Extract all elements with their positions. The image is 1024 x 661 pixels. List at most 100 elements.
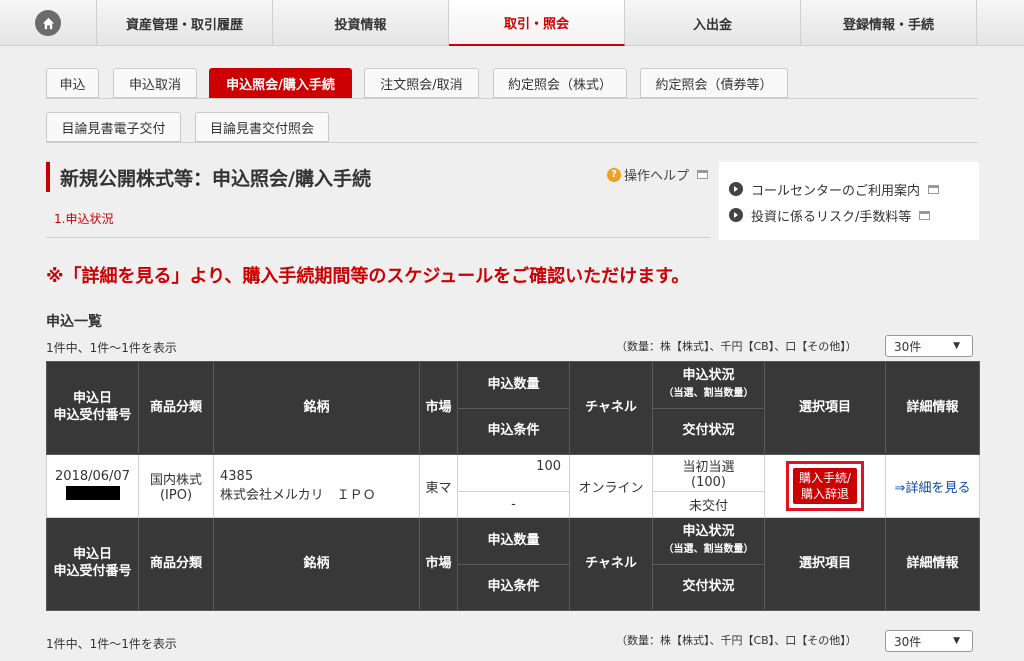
arrow-right-icon	[729, 182, 743, 196]
col-status-label: 申込状況	[682, 368, 735, 384]
call-center-link[interactable]: コールセンターのご利用案内	[729, 176, 979, 202]
home-button[interactable]	[0, 0, 97, 46]
col-detail: 詳細情報	[885, 517, 980, 611]
tab-prospectus-delivery[interactable]: 目論見書電子交付	[46, 112, 181, 142]
unit-note-bottom: （数量：株【株式】、千円【CB】、口【その他】）	[616, 634, 857, 647]
col-date-label: 申込日	[72, 547, 112, 563]
col-status: 申込状況 （当選、割当数量）	[652, 517, 765, 565]
redacted-receipt-no	[65, 485, 120, 500]
nav-registration[interactable]: 登録情報・手続	[801, 0, 977, 46]
col-channel: チャネル	[569, 361, 653, 455]
status-value: 当初当選	[682, 460, 735, 475]
cell-issue: 4385 株式会社メルカリ ＩＰＯ	[213, 454, 420, 518]
col-select: 選択項目	[764, 517, 886, 611]
unit-note-top: （数量：株【株式】、千円【CB】、口【その他】）	[616, 340, 857, 353]
col-market: 市場	[419, 361, 458, 455]
tab-order-inquiry-cancel[interactable]: 注文照会/取消	[364, 68, 479, 98]
purchase-decline-button[interactable]: 購入手続/ 購入辞退	[793, 467, 857, 505]
col-qty: 申込数量	[457, 517, 570, 565]
col-condition: 申込条件	[457, 564, 570, 611]
tab-execution-bond[interactable]: 約定照会（債券等）	[640, 68, 788, 98]
chevron-down-icon: ▼	[953, 636, 960, 646]
decline-label: 購入辞退	[800, 487, 849, 501]
cell-condition: -	[457, 491, 570, 518]
tab-divider-2	[46, 142, 978, 143]
table-footer-header-row: 申込日 申込受付番号 商品分類 銘柄 市場 申込数量 チャネル 申込状況 （当選、割…	[46, 517, 980, 611]
col-qty: 申込数量	[457, 361, 570, 409]
chevron-down-icon: ▼	[953, 341, 960, 351]
tab-prospectus-inquiry[interactable]: 目論見書交付照会	[195, 112, 329, 142]
nav-trade-inquiry[interactable]: 取引・照会	[449, 0, 625, 46]
risk-fee-label: 投資に係るリスク/手数料等	[751, 209, 912, 225]
call-center-label: コールセンターのご利用案内	[751, 183, 921, 199]
col-date-label: 申込日	[72, 391, 112, 407]
cell-market: 東マ	[419, 454, 458, 518]
arrow-right-icon	[729, 208, 743, 222]
col-status-sub: （当選、割当数量）	[663, 388, 754, 399]
product-class-sub: (IPO)	[159, 488, 193, 503]
col-receipt-label: 申込受付番号	[53, 564, 132, 579]
table-header-row: 申込日 申込受付番号 商品分類 銘柄 市場 申込数量 チャネル 申込状況 （当選、割…	[46, 361, 980, 455]
col-market: 市場	[419, 517, 458, 611]
cell-qty: 100	[457, 454, 570, 492]
col-select: 選択項目	[764, 361, 886, 455]
help-label: 操作ヘルプ	[624, 169, 690, 184]
risk-fee-link[interactable]: 投資に係るリスク/手数料等	[729, 202, 979, 228]
nav-investment-info[interactable]: 投資情報	[273, 0, 449, 46]
application-table: 申込日 申込受付番号 商品分類 銘柄 市場 申込数量 チャネル 申込状況 （当選、割…	[46, 361, 980, 611]
new-window-icon	[919, 210, 931, 220]
purchase-label: 購入手続/	[798, 470, 852, 485]
issue-name: 株式会社メルカリ ＩＰＯ	[220, 488, 376, 503]
help-icon: ?	[607, 167, 621, 182]
table-row: 2018/06/07 国内株式 (IPO) 4385 株式会社メルカリ ＩＰＯ …	[46, 454, 980, 518]
help-link[interactable]: ? 操作ヘルプ	[607, 165, 709, 184]
apply-date: 2018/06/07	[55, 468, 130, 484]
product-class: 国内株式	[149, 473, 202, 488]
col-issue: 銘柄	[213, 361, 420, 455]
nav-asset-history[interactable]: 資産管理・取引履歴	[97, 0, 273, 46]
allocated-qty: (100)	[691, 475, 726, 490]
tab-apply-inquiry-purchase[interactable]: 申込照会/購入手続	[209, 68, 352, 98]
info-links-box: コールセンターのご利用案内 投資に係るリスク/手数料等	[719, 162, 979, 240]
tab-execution-stock[interactable]: 約定照会（株式）	[493, 68, 627, 98]
col-status-sub: （当選、割当数量）	[663, 544, 754, 555]
per-page-select-bottom[interactable]: 30件 ▼	[885, 630, 973, 652]
tab-apply-cancel[interactable]: 申込取消	[113, 68, 197, 98]
cell-date: 2018/06/07	[46, 454, 139, 518]
step-indicator: 1.申込状況	[46, 202, 710, 238]
nav-deposit-withdrawal[interactable]: 入出金	[625, 0, 801, 46]
col-issue: 銘柄	[213, 517, 420, 611]
tab-apply[interactable]: 申込	[46, 68, 99, 98]
cell-channel: オンライン	[569, 454, 653, 518]
col-receipt-label: 申込受付番号	[53, 408, 132, 423]
cell-status: 当初当選 (100)	[652, 454, 765, 492]
per-page-value: 30件	[894, 340, 922, 354]
home-icon	[35, 10, 61, 36]
page-title: 新規公開株式等：申込照会/購入手続	[60, 168, 371, 190]
cell-delivery: 未交付	[652, 491, 765, 518]
global-nav: 資産管理・取引履歴 投資情報 取引・照会 入出金 登録情報・手続	[0, 0, 1024, 46]
list-heading: 申込一覧	[46, 314, 102, 330]
schedule-notice: ※「詳細を見る」より、購入手続期間等のスケジュールをご確認いただけます。	[46, 266, 690, 287]
col-detail: 詳細情報	[885, 361, 980, 455]
col-delivery: 交付状況	[652, 564, 765, 611]
cell-detail: ⇒詳細を見る	[885, 454, 980, 518]
col-product-class: 商品分類	[138, 517, 214, 611]
step-label: 1.申込状況	[54, 212, 114, 226]
cell-product-class: 国内株式 (IPO)	[138, 454, 214, 518]
col-status: 申込状況 （当選、割当数量）	[652, 361, 765, 409]
result-count-top: 1件中、1件〜1件を表示	[46, 341, 177, 355]
tab-divider	[46, 98, 978, 99]
cell-select: 購入手続/ 購入辞退	[764, 454, 886, 518]
col-channel: チャネル	[569, 517, 653, 611]
view-detail-link[interactable]: ⇒詳細を見る	[895, 481, 971, 496]
col-date: 申込日 申込受付番号	[46, 361, 139, 455]
per-page-select-top[interactable]: 30件 ▼	[885, 335, 973, 357]
col-date: 申込日 申込受付番号	[46, 517, 139, 611]
col-delivery: 交付状況	[652, 408, 765, 455]
col-condition: 申込条件	[457, 408, 570, 455]
result-count-bottom: 1件中、1件〜1件を表示	[46, 637, 177, 651]
new-window-icon	[928, 184, 940, 194]
issue-code: 4385	[220, 469, 254, 484]
purchase-highlight: 購入手続/ 購入辞退	[786, 460, 864, 512]
